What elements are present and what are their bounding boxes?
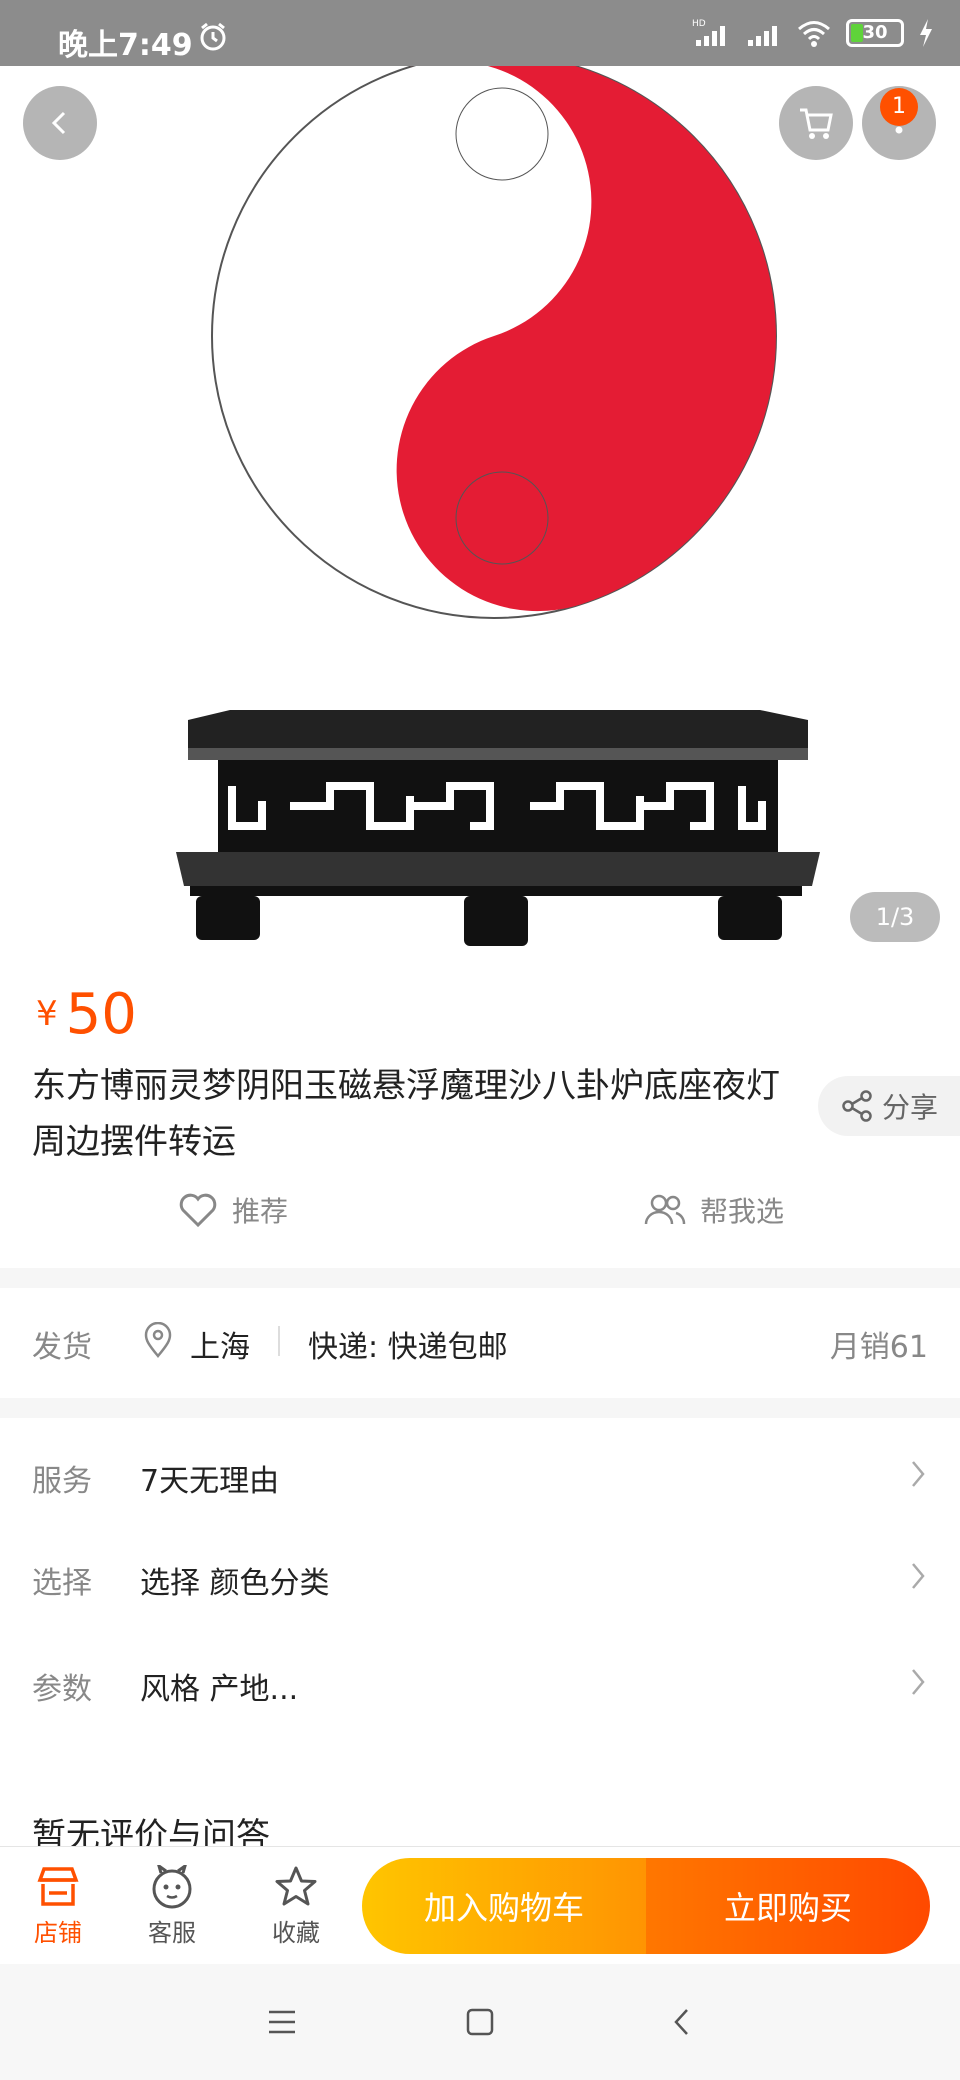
- message-badge: 1: [880, 88, 918, 126]
- system-navigation-bar: [0, 1964, 960, 2080]
- image-page-indicator: 1/3: [850, 892, 940, 942]
- heart-icon: [179, 1193, 217, 1228]
- menu-icon: [269, 2010, 295, 2034]
- bottom-action-bar: 店铺 客服 收藏 加入购物车 立即购买: [0, 1846, 960, 1964]
- share-button[interactable]: 分享: [818, 1076, 960, 1136]
- chevron-right-icon: [912, 1563, 925, 1589]
- price-value: 50: [65, 982, 137, 1047]
- signal-icon-2: [748, 26, 777, 46]
- cart-button[interactable]: [779, 86, 853, 160]
- product-image: [176, 53, 820, 946]
- monthly-sales: 月销61: [829, 1330, 928, 1365]
- service-row[interactable]: 服务 7天无理由: [0, 1436, 960, 1516]
- charging-icon: [920, 19, 932, 47]
- row-label: 选择: [32, 1566, 92, 1601]
- product-image-gallery[interactable]: 1 1/3: [0, 53, 960, 966]
- people-icon: [644, 1194, 686, 1225]
- section-divider: [0, 1268, 960, 1288]
- buy-now-button[interactable]: 立即购买: [646, 1858, 930, 1954]
- shop-icon: [37, 1867, 79, 1906]
- network-tag: HD: [692, 19, 706, 29]
- recommend-button[interactable]: 推荐: [178, 1190, 288, 1230]
- row-label: 服务: [32, 1464, 92, 1499]
- status-bar: 晚上7:49 HD 30: [0, 0, 960, 66]
- params-row[interactable]: 参数 风格 产地...: [0, 1644, 960, 1724]
- cart-icon: [800, 108, 833, 139]
- location-pin-icon: [144, 1322, 172, 1358]
- shop-label: 店铺: [34, 1919, 82, 1947]
- back-button[interactable]: [23, 86, 97, 160]
- shipping-location: 上海: [190, 1330, 250, 1365]
- customer-service-icon: [152, 1865, 192, 1909]
- wifi-icon: [798, 21, 830, 47]
- favorite-tab[interactable]: 收藏: [246, 1861, 346, 1948]
- chevron-left-icon: [51, 111, 66, 135]
- help-choose-label: 帮我选: [700, 1195, 785, 1228]
- status-time: 晚上7:49: [58, 28, 193, 63]
- chevron-right-icon: [912, 1669, 925, 1695]
- back-nav-button[interactable]: [662, 2002, 702, 2042]
- shipping-express: 快递: 快递包邮: [308, 1330, 508, 1365]
- favorite-label: 收藏: [272, 1919, 320, 1947]
- back-triangle-icon: [674, 2009, 688, 2035]
- customer-service-tab[interactable]: 客服: [122, 1861, 222, 1948]
- reviews-heading: 暂无评价与问答: [32, 1816, 270, 1846]
- battery-level: 30: [862, 22, 888, 43]
- shipping-row: 发货 上海 快递: 快递包邮 月销61: [0, 1308, 960, 1378]
- row-value: 风格 产地...: [140, 1672, 299, 1707]
- shop-tab[interactable]: 店铺: [8, 1861, 108, 1948]
- star-icon: [275, 1866, 317, 1906]
- row-value: 7天无理由: [140, 1464, 280, 1499]
- share-label: 分享: [882, 1091, 939, 1124]
- product-title: 东方博丽灵梦阴阳玉磁悬浮魔理沙八卦炉底座夜灯周边摆件转运: [32, 1066, 780, 1162]
- alarm-icon: [200, 22, 226, 51]
- select-options-row[interactable]: 选择 选择 颜色分类: [0, 1538, 960, 1618]
- row-label: 参数: [32, 1672, 92, 1707]
- customer-service-label: 客服: [148, 1919, 196, 1947]
- help-choose-button[interactable]: 帮我选: [644, 1190, 784, 1230]
- section-divider: [0, 1398, 960, 1418]
- recommend-label: 推荐: [232, 1195, 289, 1228]
- row-value: 选择 颜色分类: [140, 1566, 330, 1601]
- divider: [278, 1326, 280, 1356]
- home-square-icon: [466, 2008, 494, 2036]
- home-nav-button[interactable]: [460, 2002, 500, 2042]
- add-to-cart-button[interactable]: 加入购物车: [362, 1858, 646, 1954]
- battery-icon: 30: [846, 19, 904, 47]
- share-icon: [842, 1090, 872, 1122]
- price: ¥50: [36, 982, 137, 1047]
- menu-nav-button[interactable]: [262, 2002, 302, 2042]
- signal-icon: HD: [692, 19, 725, 46]
- currency-symbol: ¥: [36, 994, 58, 1034]
- shipping-label: 发货: [32, 1330, 92, 1365]
- chevron-right-icon: [912, 1461, 925, 1487]
